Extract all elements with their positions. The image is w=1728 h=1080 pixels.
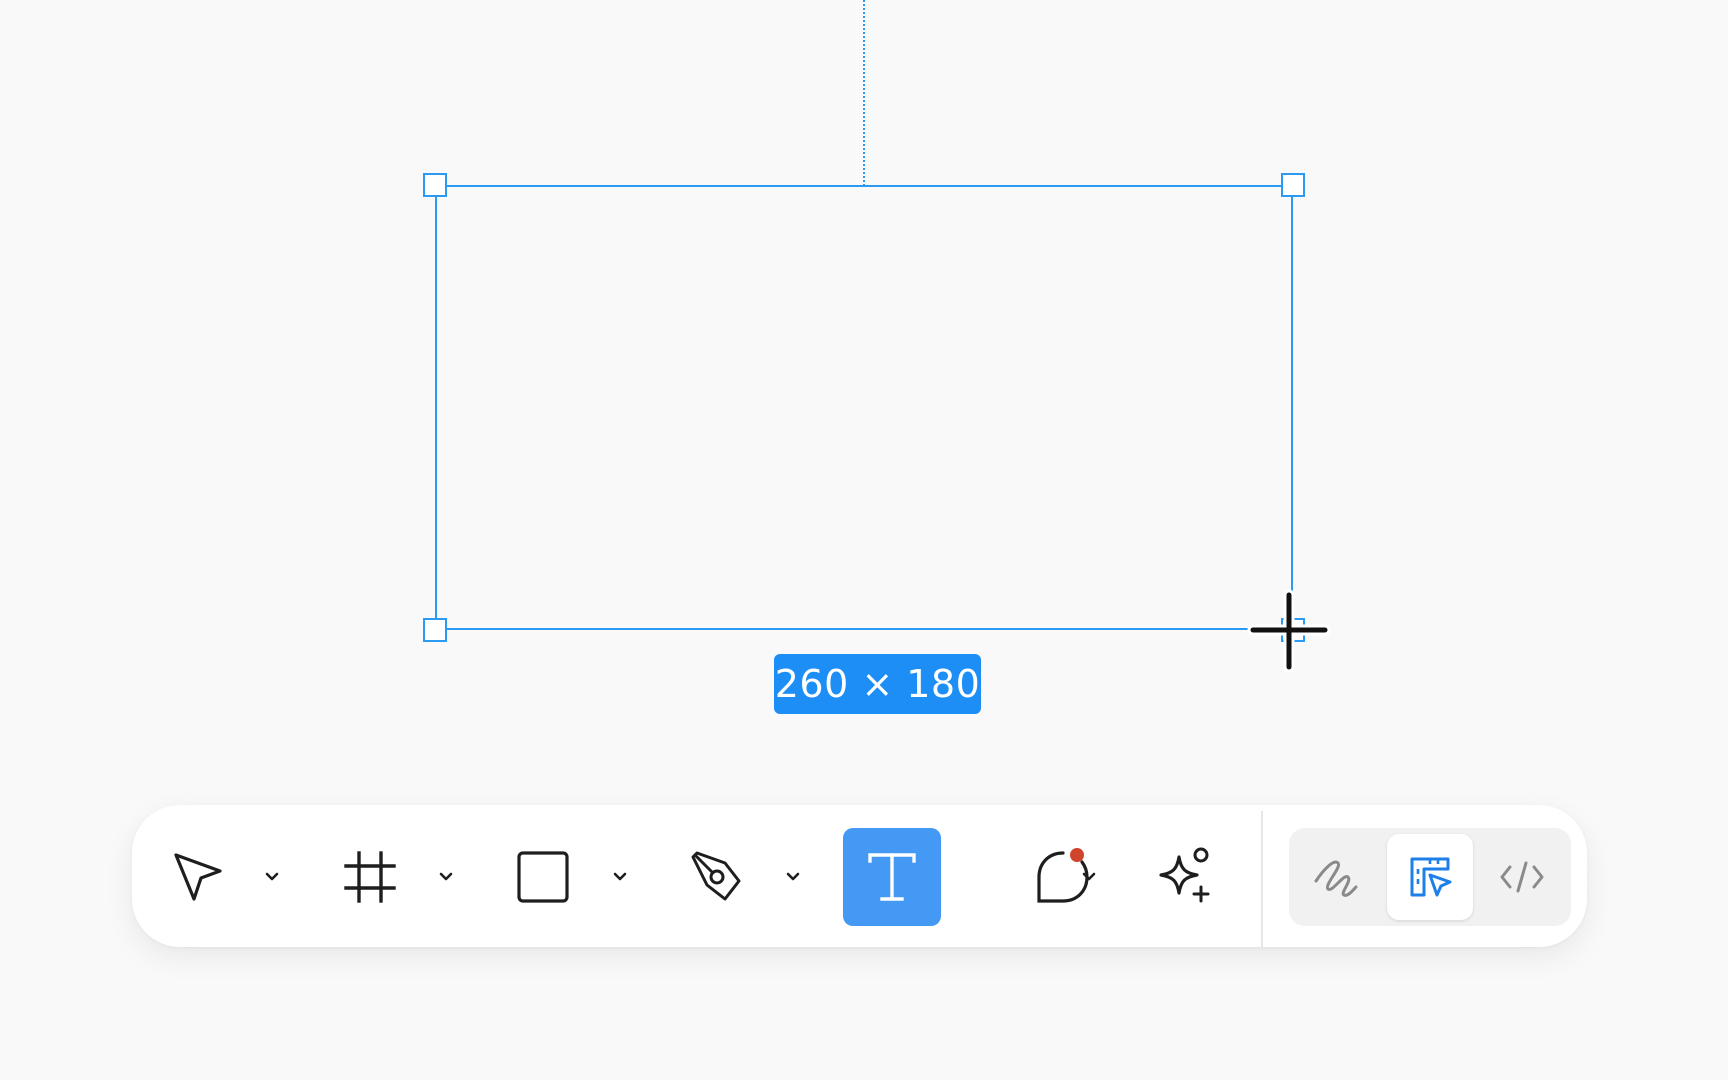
bottom-toolbar <box>132 805 1587 947</box>
design-mode-button[interactable] <box>1387 834 1473 920</box>
pen-tool-button[interactable] <box>669 829 765 925</box>
frame-tool-button[interactable] <box>322 829 418 925</box>
design-canvas[interactable]: 260 × 180 <box>0 0 1728 1080</box>
chevron-down-icon <box>786 872 800 881</box>
text-tool-button[interactable] <box>843 828 941 926</box>
chevron-down-icon <box>1082 872 1096 881</box>
shape-tool-button[interactable] <box>495 829 591 925</box>
dev-mode-button[interactable] <box>1479 834 1565 920</box>
ai-sparkle-icon <box>1159 847 1210 903</box>
chevron-down-icon <box>439 872 453 881</box>
move-tool-button[interactable] <box>150 829 246 925</box>
chevron-down-icon <box>265 872 279 881</box>
dimension-badge: 260 × 180 <box>774 654 981 714</box>
resize-handle-bottom-left[interactable] <box>423 618 447 642</box>
toolbar-divider <box>1261 811 1263 947</box>
mode-switcher <box>1289 828 1571 926</box>
smart-guide-line <box>863 0 865 186</box>
squiggle-icon <box>1314 860 1358 897</box>
frame-hash-icon <box>344 851 396 903</box>
selection-frame[interactable] <box>435 185 1293 630</box>
move-tool-menu-button[interactable] <box>254 859 290 895</box>
chevron-down-icon <box>613 872 627 881</box>
code-brackets-icon <box>1500 861 1544 893</box>
comment-tool-menu-button[interactable] <box>1071 859 1107 895</box>
text-t-icon <box>868 853 916 901</box>
crosshair-cursor-icon <box>1243 585 1335 677</box>
draw-mode-button[interactable] <box>1293 834 1379 920</box>
pen-tool-menu-button[interactable] <box>775 859 811 895</box>
cursor-arrow-icon <box>174 853 222 901</box>
frame-tool-menu-button[interactable] <box>428 859 464 895</box>
pen-nib-icon <box>691 851 741 901</box>
rectangle-icon <box>517 851 569 903</box>
resize-handle-top-right[interactable] <box>1281 173 1305 197</box>
design-ruler-cursor-icon <box>1410 857 1452 897</box>
resize-handle-top-left[interactable] <box>423 173 447 197</box>
shape-tool-menu-button[interactable] <box>602 859 638 895</box>
actions-tool-button[interactable] <box>1137 829 1233 925</box>
